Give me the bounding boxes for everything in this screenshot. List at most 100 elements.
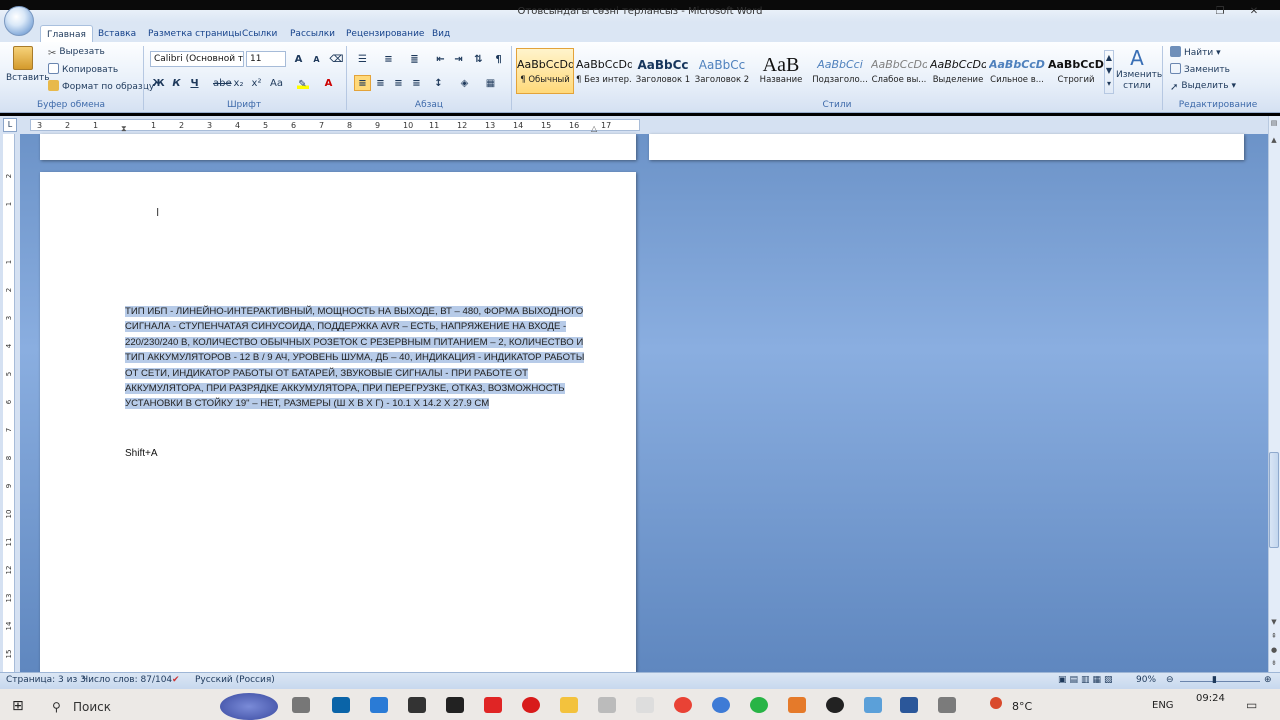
justify-icon[interactable]: ≡ (408, 75, 425, 91)
search-icon[interactable]: ⚲ (52, 700, 61, 714)
notifications-icon[interactable]: ▭ (1246, 698, 1257, 712)
subscript-button[interactable]: x₂ (230, 75, 247, 91)
ruler-toggle-icon[interactable]: ▤ (1269, 119, 1279, 129)
change-styles-button[interactable]: A Изменить стили (1116, 46, 1162, 92)
app-icon[interactable] (408, 697, 426, 713)
style-emphasis[interactable]: AaBbCcDd Выделение (929, 48, 987, 94)
language-indicator[interactable]: Русский (Россия) (195, 675, 275, 685)
vertical-ruler[interactable]: 2 1 1 2 3 4 5 6 7 8 9 10 11 12 13 14 15 (3, 134, 15, 672)
style-heading-1[interactable]: AaBbCc Заголовок 1 (634, 48, 692, 94)
windows-start-icon[interactable]: ⊞ (12, 698, 24, 714)
highlight-color-icon[interactable]: ✎ (294, 75, 311, 91)
style-title[interactable]: AaB Название (752, 48, 810, 94)
file-icon[interactable] (598, 697, 616, 713)
scroll-down-icon[interactable]: ▼ (1269, 618, 1279, 628)
borders-icon[interactable]: ▦ (482, 75, 499, 91)
underline-button[interactable]: Ч (186, 75, 203, 91)
page-count[interactable]: Страница: 3 из 3 (6, 675, 86, 685)
style-intense-emphasis[interactable]: AaBbCcDc Сильное в... (988, 48, 1046, 94)
keyboard-language[interactable]: ENG (1152, 700, 1174, 711)
office-button[interactable] (4, 6, 34, 36)
styles-scroll-icon[interactable]: ▲ ▼ ▾ (1104, 50, 1114, 94)
clock[interactable]: 09:24 (1196, 693, 1225, 704)
edge-icon[interactable] (712, 697, 730, 713)
tab-view[interactable]: Вид (426, 25, 456, 43)
align-right-icon[interactable]: ≡ (390, 75, 407, 91)
zoom-out-icon[interactable]: ⊖ (1166, 675, 1174, 685)
zoom-in-icon[interactable]: ⊕ (1264, 675, 1272, 685)
search-highlight-icon[interactable] (220, 693, 278, 720)
style-no-spacing[interactable]: AaBbCcDd ¶ Без интер... (575, 48, 633, 94)
scroll-up-icon[interactable]: ▲ (1269, 136, 1279, 146)
page-3[interactable]: ТИП ИБП - ЛИНЕЙНО-ИНТЕРАКТИВНЫЙ, МОЩНОСТ… (40, 172, 636, 682)
italic-button[interactable]: К (168, 75, 185, 91)
mail-icon[interactable] (370, 697, 388, 713)
superscript-button[interactable]: x² (248, 75, 265, 91)
next-page-icon[interactable]: ⇟ (1269, 659, 1279, 669)
select-button[interactable]: ➚ Выделить ▾ (1170, 80, 1236, 93)
paste-button[interactable]: Вставить (6, 46, 50, 85)
close-icon[interactable]: ✕ (1246, 6, 1262, 18)
grow-font-button[interactable]: A (290, 51, 307, 67)
style-normal[interactable]: AaBbCcDd ¶ Обычный (516, 48, 574, 94)
previous-page-icon[interactable]: ⇞ (1269, 632, 1279, 642)
folder-icon[interactable] (560, 697, 578, 713)
bullets-icon[interactable]: ☰ (354, 51, 371, 67)
media-icon[interactable] (826, 697, 844, 713)
increase-indent-icon[interactable]: ⇥ (450, 51, 467, 67)
replace-button[interactable]: Заменить (1170, 63, 1230, 77)
view-buttons-icon[interactable]: ▣▤▥▦▧ (1058, 675, 1116, 685)
font-size-select[interactable]: 11 (246, 51, 286, 67)
page-adjacent-bottom[interactable] (649, 134, 1244, 160)
paint-icon[interactable] (788, 697, 806, 713)
style-subtle-emphasis[interactable]: AaBbCcDd Слабое вы... (870, 48, 928, 94)
decrease-indent-icon[interactable]: ⇤ (432, 51, 449, 67)
font-color-icon[interactable]: A (320, 75, 337, 91)
align-left-icon[interactable]: ≡ (354, 75, 371, 91)
copy-button[interactable]: Копировать (48, 63, 118, 77)
selected-paragraph[interactable]: ТИП ИБП - ЛИНЕЙНО-ИНТЕРАКТИВНЫЙ, МОЩНОСТ… (125, 304, 595, 412)
multilevel-list-icon[interactable]: ≣ (406, 51, 423, 67)
select-browse-object-icon[interactable]: ● (1269, 646, 1279, 656)
style-strong[interactable]: AaBbCcDc Строгий (1047, 48, 1105, 94)
opera-icon[interactable] (522, 697, 540, 713)
word-icon[interactable] (900, 697, 918, 713)
word-count[interactable]: Число слов: 87/104 (82, 675, 172, 685)
zoom-slider[interactable] (1180, 681, 1260, 682)
calculator-icon[interactable] (864, 697, 882, 713)
task-view-icon[interactable] (292, 697, 310, 713)
indent-marker-icon[interactable]: ⧗ (121, 124, 127, 134)
spellcheck-icon[interactable]: ✔ (172, 675, 180, 685)
line-spacing-icon[interactable]: ↕ (430, 75, 447, 91)
strikethrough-button[interactable]: abe (212, 75, 232, 91)
temperature[interactable]: 8°C (1012, 700, 1032, 713)
style-subtitle[interactable]: AaBbCci Подзаголо... (811, 48, 869, 94)
yandex-icon[interactable] (484, 697, 502, 713)
tab-home[interactable]: Главная (40, 25, 93, 43)
selected-text[interactable]: ТИП ИБП - ЛИНЕЙНО-ИНТЕРАКТИВНЫЙ, МОЩНОСТ… (125, 306, 585, 410)
shortcut-text[interactable]: Shift+A (125, 448, 158, 459)
tab-references[interactable]: Ссылки (236, 25, 283, 43)
document-icon[interactable] (636, 697, 654, 713)
store-icon[interactable] (332, 697, 350, 713)
whatsapp-icon[interactable] (750, 697, 768, 713)
horizontal-ruler[interactable]: 3 2 1 1 2 3 4 5 6 7 8 9 10 11 12 13 14 1… (30, 119, 640, 134)
tab-insert[interactable]: Вставка (92, 25, 142, 43)
tab-selector-icon[interactable]: L (3, 118, 17, 132)
taskbar-search[interactable]: Поиск (73, 700, 111, 714)
align-center-icon[interactable]: ≡ (372, 75, 389, 91)
sort-icon[interactable]: ⇅ (470, 51, 487, 67)
find-button[interactable]: Найти ▾ (1170, 46, 1221, 60)
notification-badge-icon[interactable] (990, 697, 1002, 709)
document-area[interactable]: ТИП ИБП - ЛИНЕЙНО-ИНТЕРАКТИВНЫЙ, МОЩНОСТ… (20, 134, 1268, 682)
tab-page-layout[interactable]: Разметка страницы (142, 25, 248, 43)
dropbox-icon[interactable] (446, 697, 464, 713)
change-case-button[interactable]: Aa (268, 75, 285, 91)
tab-review[interactable]: Рецензирование (340, 25, 430, 43)
app2-icon[interactable] (938, 697, 956, 713)
tab-mailings[interactable]: Рассылки (284, 25, 341, 43)
style-heading-2[interactable]: AaBbCc Заголовок 2 (693, 48, 751, 94)
numbering-icon[interactable]: ≡ (380, 51, 397, 67)
zoom-level[interactable]: 90% (1136, 675, 1156, 685)
chrome-icon[interactable] (674, 697, 692, 713)
